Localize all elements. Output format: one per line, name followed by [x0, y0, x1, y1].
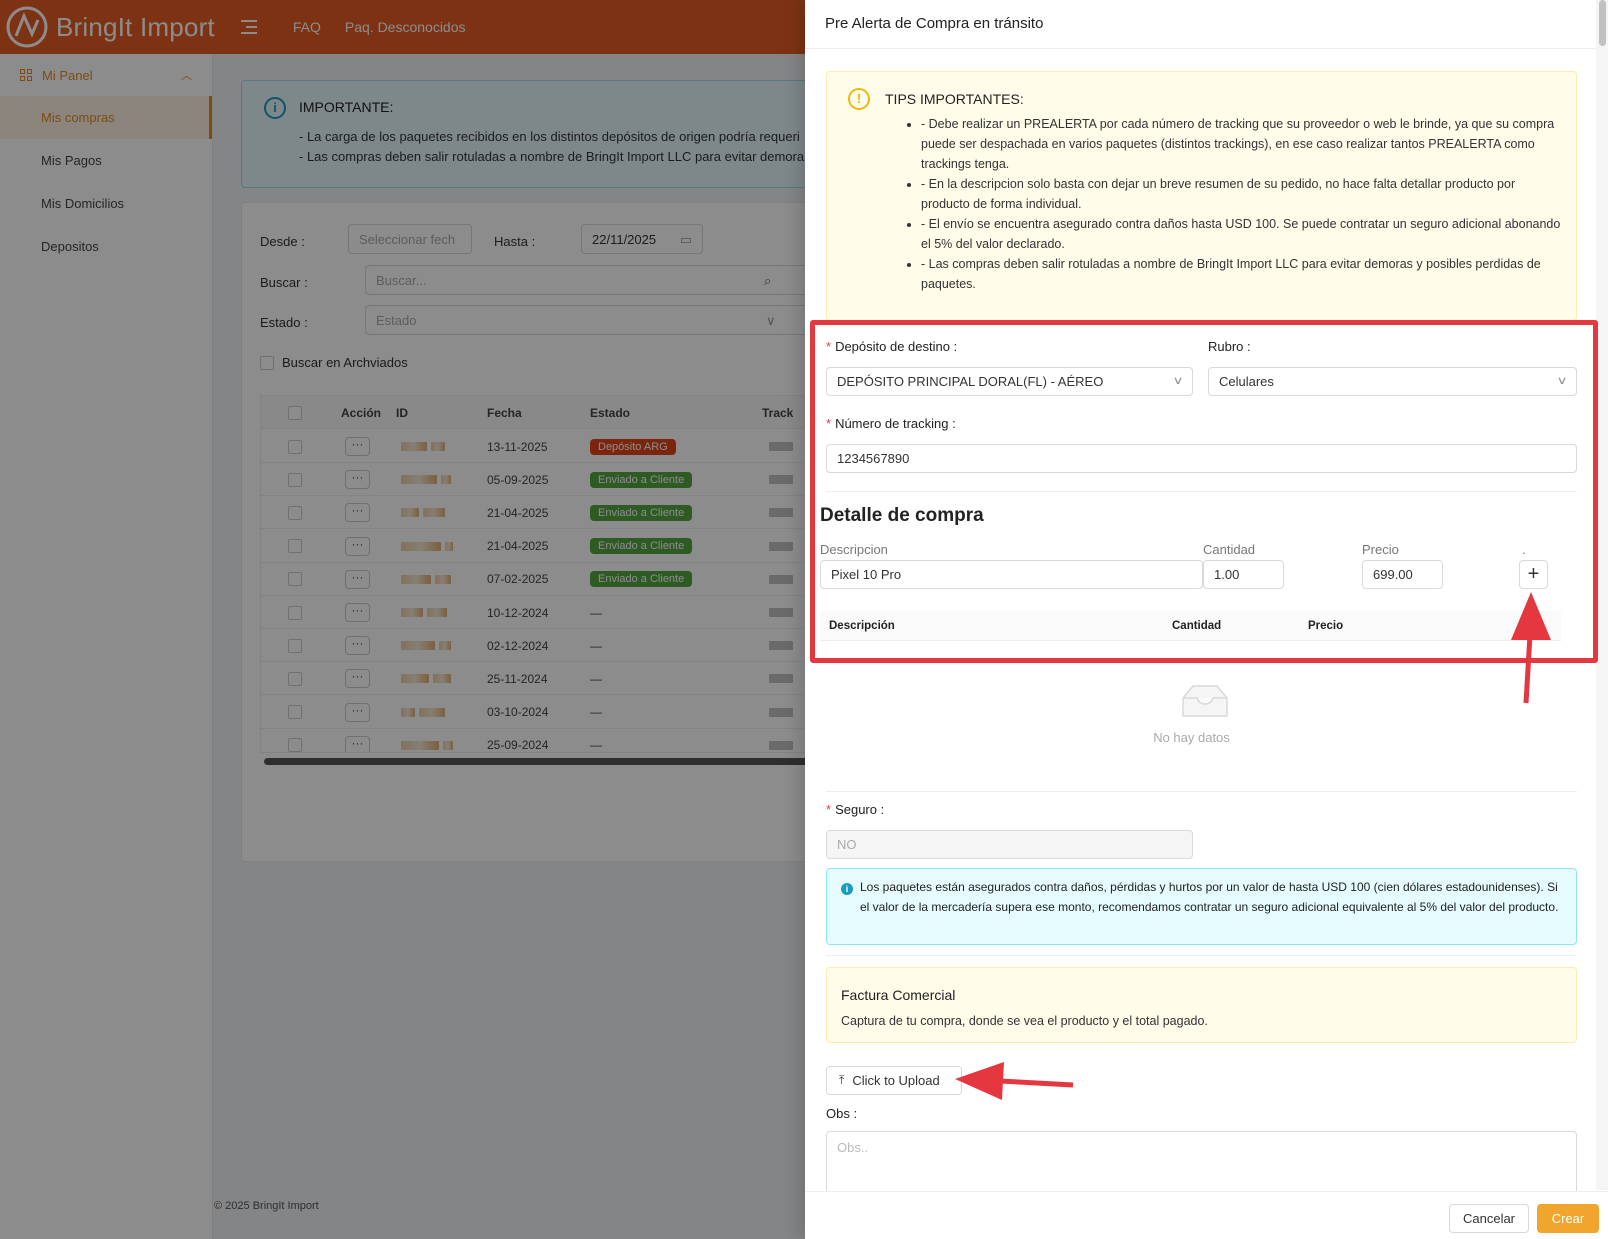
- cantidad-label: Cantidad: [1203, 542, 1256, 557]
- modal-overlay[interactable]: [0, 0, 805, 1239]
- chevron-down-icon: ∨: [1172, 375, 1184, 387]
- create-button[interactable]: Crear: [1537, 1204, 1599, 1233]
- tips-title: TIPS IMPORTANTES:: [885, 91, 1024, 107]
- tip-item: - Debe realizar un PREALERTA por cada nú…: [921, 114, 1561, 174]
- col-descripcion: Descripción: [829, 620, 895, 632]
- descripcion-input[interactable]: Pixel 10 Pro: [820, 560, 1203, 589]
- tip-item: - En la descripcion solo basta con dejar…: [921, 174, 1561, 214]
- tip-item: - Las compras deben salir rotuladas a no…: [921, 254, 1561, 294]
- tips-box: ! TIPS IMPORTANTES: - Debe realizar un P…: [826, 71, 1577, 321]
- obs-label: Obs: [826, 1106, 850, 1121]
- factura-box: Factura Comercial Captura de tu compra, …: [826, 967, 1577, 1043]
- deposito-select[interactable]: DEPÓSITO PRINCIPAL DORAL(FL) - AÉREO ∨: [826, 367, 1193, 396]
- empty-inbox-icon: [1182, 685, 1228, 717]
- empty-text: No hay datos: [1153, 730, 1230, 745]
- seguro-info-text: Los paquetes están asegurados contra dañ…: [860, 880, 1559, 914]
- factura-subtitle: Captura de tu compra, donde se vea el pr…: [841, 1014, 1208, 1028]
- deposito-value: DEPÓSITO PRINCIPAL DORAL(FL) - AÉREO: [837, 374, 1104, 389]
- deposito-label: Depósito de destino: [835, 339, 950, 354]
- rubro-select[interactable]: Celulares ∨: [1208, 367, 1577, 396]
- upload-icon: ⤒: [839, 1073, 845, 1087]
- descripcion-label: Descripcion: [820, 542, 888, 557]
- seguro-info-box: i Los paquetes están asegurados contra d…: [826, 868, 1577, 945]
- add-column-label: .: [1522, 542, 1526, 557]
- rubro-value: Celulares: [1219, 374, 1274, 389]
- chevron-down-icon: ∨: [1556, 375, 1568, 387]
- add-item-button[interactable]: +: [1519, 560, 1548, 589]
- cancel-button[interactable]: Cancelar: [1449, 1204, 1529, 1233]
- drawer-scrollbar[interactable]: [1596, 0, 1608, 1190]
- precio-label: Precio: [1362, 542, 1399, 557]
- tip-item: - El envío se encuentra asegurado contra…: [921, 214, 1561, 254]
- tips-list: - Debe realizar un PREALERTA por cada nú…: [921, 114, 1561, 294]
- tracking-label: Número de tracking: [835, 416, 949, 431]
- seguro-label: Seguro: [835, 802, 877, 817]
- cantidad-input[interactable]: 1.00: [1203, 560, 1284, 589]
- upload-button[interactable]: ⤒ Click to Upload: [826, 1066, 962, 1095]
- tracking-input[interactable]: 1234567890: [826, 444, 1577, 473]
- warning-icon: !: [848, 88, 870, 110]
- drawer-title: Pre Alerta de Compra en tránsito: [805, 0, 1608, 49]
- factura-title: Factura Comercial: [841, 987, 956, 1003]
- precio-input[interactable]: 699.00: [1362, 560, 1443, 589]
- seguro-input[interactable]: NO: [826, 830, 1193, 859]
- col-cantidad: Cantidad: [1172, 620, 1222, 632]
- drawer-footer: Cancelar Crear: [805, 1191, 1608, 1239]
- pre-alerta-drawer: Pre Alerta de Compra en tránsito ! TIPS …: [805, 0, 1608, 1239]
- upload-label: Click to Upload: [852, 1073, 940, 1088]
- rubro-label: Rubro: [1208, 339, 1244, 354]
- items-table-header: Descripción Cantidad Precio: [820, 611, 1561, 641]
- info-icon: i: [841, 883, 853, 895]
- col-precio: Precio: [1308, 620, 1344, 632]
- detalle-title: Detalle de compra: [820, 505, 984, 526]
